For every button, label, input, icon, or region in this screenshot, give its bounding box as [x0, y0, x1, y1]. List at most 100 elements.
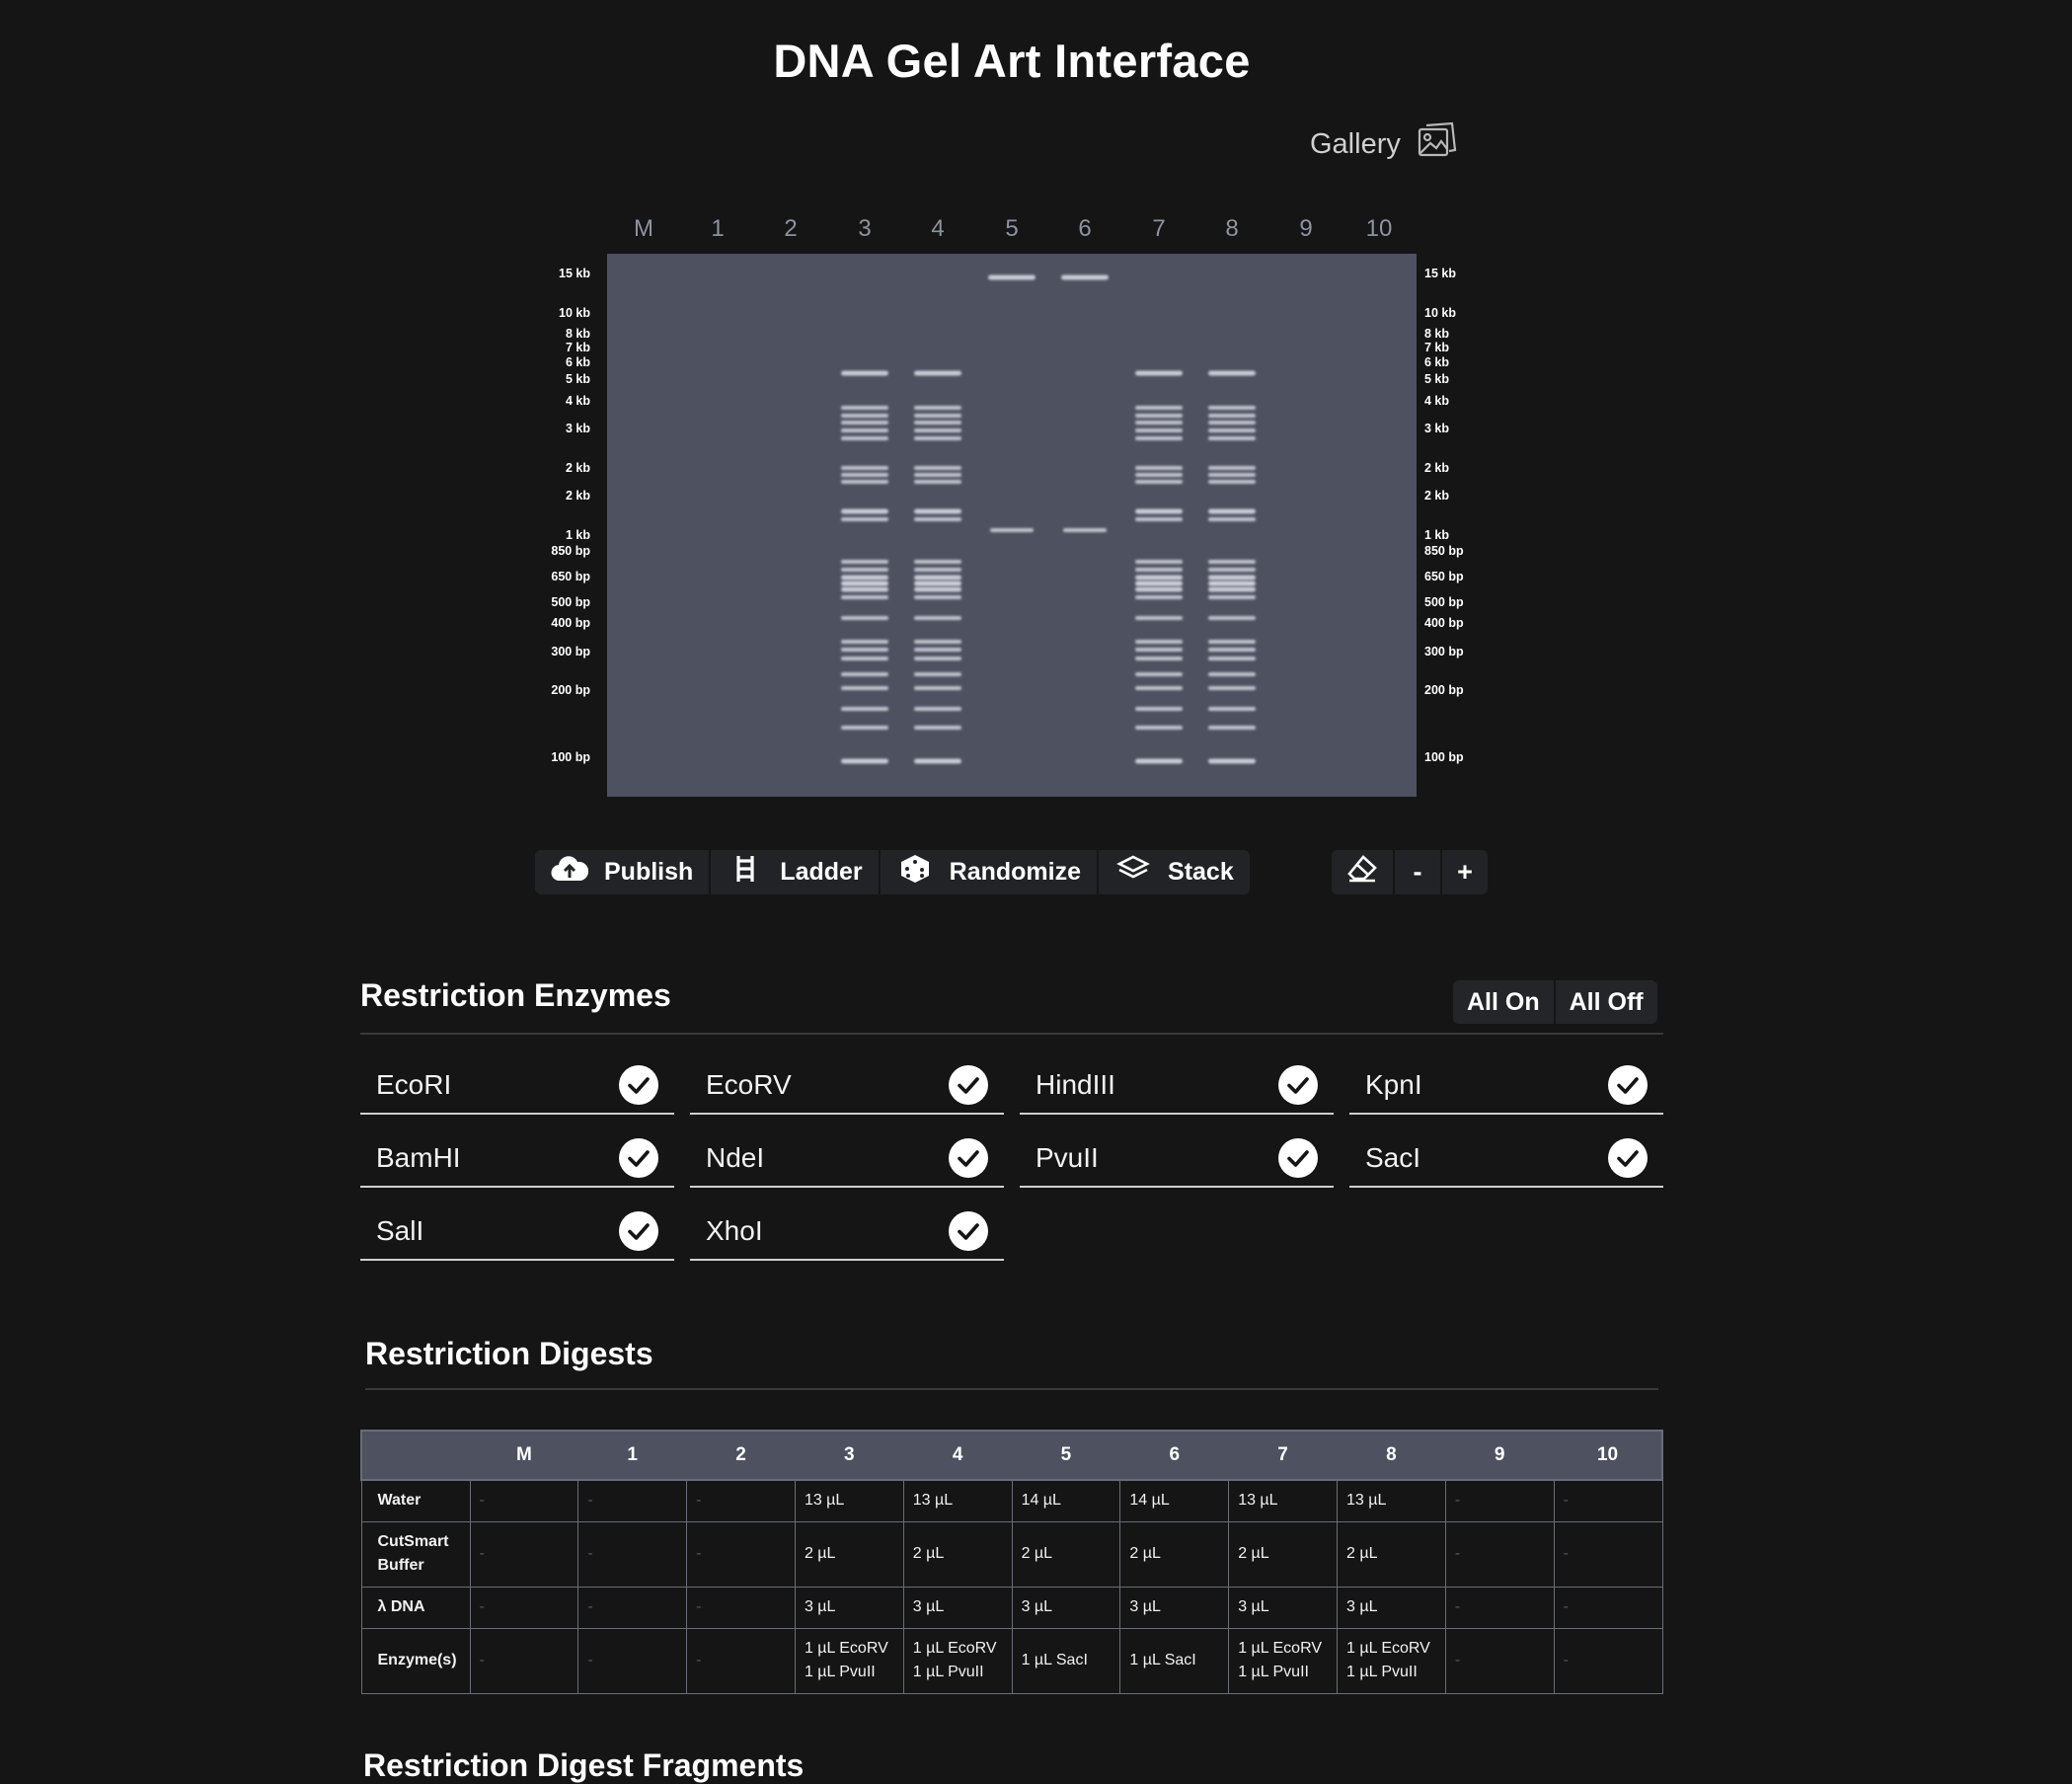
cell-line: 1 µL EcoRV	[1238, 1640, 1323, 1657]
lane-label-1: 1	[711, 215, 725, 242]
table-cell: -	[1553, 1520, 1663, 1588]
randomize-button[interactable]: Randomize	[881, 850, 1100, 894]
enzyme-toggle-ecori[interactable]: EcoRI	[360, 1057, 674, 1115]
eraser-button[interactable]	[1332, 850, 1395, 894]
table-cell: 3 µL	[1337, 1586, 1446, 1629]
cloud-upload-icon	[551, 854, 589, 891]
all-on-button[interactable]: All On	[1453, 980, 1556, 1024]
checkmark-icon[interactable]	[1278, 1065, 1318, 1105]
gel-band	[1208, 686, 1256, 690]
gel-band	[841, 473, 888, 477]
digests-title: Restriction Digests	[365, 1336, 653, 1371]
size-marker-left: 200 bp	[551, 683, 590, 697]
table-cell: -	[686, 1479, 796, 1522]
size-marker-left: 400 bp	[551, 616, 590, 630]
gel-band	[1135, 640, 1183, 644]
gel-band	[841, 640, 888, 644]
checkmark-icon[interactable]	[1608, 1065, 1648, 1105]
page-title: DNA Gel Art Interface	[773, 35, 1251, 87]
enzyme-toggle-pvuii[interactable]: PvuII	[1020, 1130, 1334, 1188]
gel-band	[1208, 707, 1256, 711]
gel-band	[914, 370, 961, 376]
enzyme-toggle-ndei[interactable]: NdeI	[690, 1130, 1004, 1188]
gel-band	[1208, 436, 1256, 440]
size-marker-left: 3 kb	[565, 422, 590, 435]
table-cell: -	[1444, 1479, 1555, 1522]
checkmark-icon[interactable]	[619, 1211, 658, 1251]
ladder-button[interactable]: Ladder	[711, 850, 881, 894]
table-cell: 2 µL	[794, 1520, 904, 1588]
gel-band	[1135, 466, 1183, 470]
enzyme-toggle-ecorv[interactable]: EcoRV	[690, 1057, 1004, 1115]
gel-band	[841, 707, 888, 711]
gel-band	[1208, 595, 1256, 599]
size-marker-right: 300 bp	[1424, 645, 1464, 659]
gel-band	[914, 657, 961, 660]
stack-button[interactable]: Stack	[1099, 850, 1250, 894]
table-cell: 3 µL	[1011, 1586, 1121, 1629]
gel-band	[1063, 528, 1107, 532]
gel-band	[841, 758, 888, 764]
digests-column-header: 5	[1012, 1430, 1120, 1481]
gel-image[interactable]	[607, 254, 1417, 797]
gel-band	[1208, 648, 1256, 652]
gel-band	[914, 421, 961, 425]
gel-band	[914, 581, 961, 586]
gel-band	[1208, 508, 1256, 514]
size-marker-left: 2 kb	[565, 461, 590, 475]
size-marker-right: 100 bp	[1424, 750, 1464, 764]
gallery-icon	[1417, 120, 1458, 168]
checkmark-icon[interactable]	[1608, 1138, 1648, 1178]
enzyme-toggle-bamhi[interactable]: BamHI	[360, 1130, 674, 1188]
size-marker-left: 850 bp	[551, 544, 590, 558]
zoom-out-button[interactable]: -	[1395, 850, 1442, 894]
gel-band	[1208, 466, 1256, 470]
dice-icon	[896, 854, 934, 891]
cell-line: 1 µL PvuII	[1238, 1664, 1309, 1680]
table-cell: 2 µL	[902, 1520, 1013, 1588]
enzyme-toggle-sali[interactable]: SalI	[360, 1203, 674, 1261]
table-row: Enzyme(s) - - -1 µL EcoRV 1 µL PvuII 1 µL Eco…	[360, 1627, 1663, 1694]
gel-band	[1208, 616, 1256, 620]
enzyme-toggle-xhoi[interactable]: XhoI	[690, 1203, 1004, 1261]
table-cell: 1 µL SacI	[1011, 1627, 1121, 1694]
checkmark-icon[interactable]	[949, 1138, 988, 1178]
gallery-button[interactable]: Gallery	[1310, 120, 1458, 168]
checkmark-icon[interactable]	[619, 1065, 658, 1105]
gel-band	[1135, 758, 1183, 764]
table-cell: 1 µL EcoRV 1 µL PvuII	[902, 1627, 1013, 1694]
gel-band	[1208, 672, 1256, 676]
checkmark-icon[interactable]	[619, 1138, 658, 1178]
gel-band	[841, 517, 888, 521]
lane-label-8: 8	[1225, 215, 1239, 242]
gel-band	[914, 758, 961, 764]
ladder-icon	[727, 854, 764, 891]
table-cell: 3 µL	[902, 1586, 1013, 1629]
zoom-in-button[interactable]: +	[1442, 850, 1488, 894]
lane-label-10: 10	[1365, 215, 1393, 242]
lane-label-3: 3	[858, 215, 872, 242]
enzyme-toggle-saci[interactable]: SacI	[1349, 1130, 1663, 1188]
gel-band	[841, 568, 888, 572]
checkmark-icon[interactable]	[1278, 1138, 1318, 1178]
row-header: CutSmart Buffer	[360, 1520, 471, 1588]
all-off-button[interactable]: All Off	[1556, 980, 1657, 1024]
checkmark-icon[interactable]	[949, 1211, 988, 1251]
size-marker-left: 5 kb	[565, 372, 590, 386]
publish-button[interactable]: Publish	[535, 850, 712, 894]
enzyme-toggle-hindiii[interactable]: HindIII	[1020, 1057, 1334, 1115]
gel-band	[841, 648, 888, 652]
size-marker-right: 500 bp	[1424, 595, 1464, 609]
checkmark-icon[interactable]	[949, 1065, 988, 1105]
digests-column-header: 6	[1119, 1430, 1229, 1481]
table-cell: -	[1444, 1586, 1555, 1629]
size-marker-left: 4 kb	[565, 394, 590, 408]
table-row: CutSmart Buffer - - -2 µL 2 µL 2 µL 2 µL 2 µL 2 …	[360, 1520, 1663, 1588]
gel-band	[841, 508, 888, 514]
gel-toolbar: Publish Ladder Randomize Stack	[535, 850, 1250, 894]
enzyme-label: SalI	[376, 1215, 424, 1246]
size-marker-left: 10 kb	[559, 306, 590, 320]
enzyme-toggle-kpni[interactable]: KpnI	[1349, 1057, 1663, 1115]
lane-label-4: 4	[931, 215, 945, 242]
fragments-title: Restriction Digest Fragments	[363, 1747, 805, 1783]
